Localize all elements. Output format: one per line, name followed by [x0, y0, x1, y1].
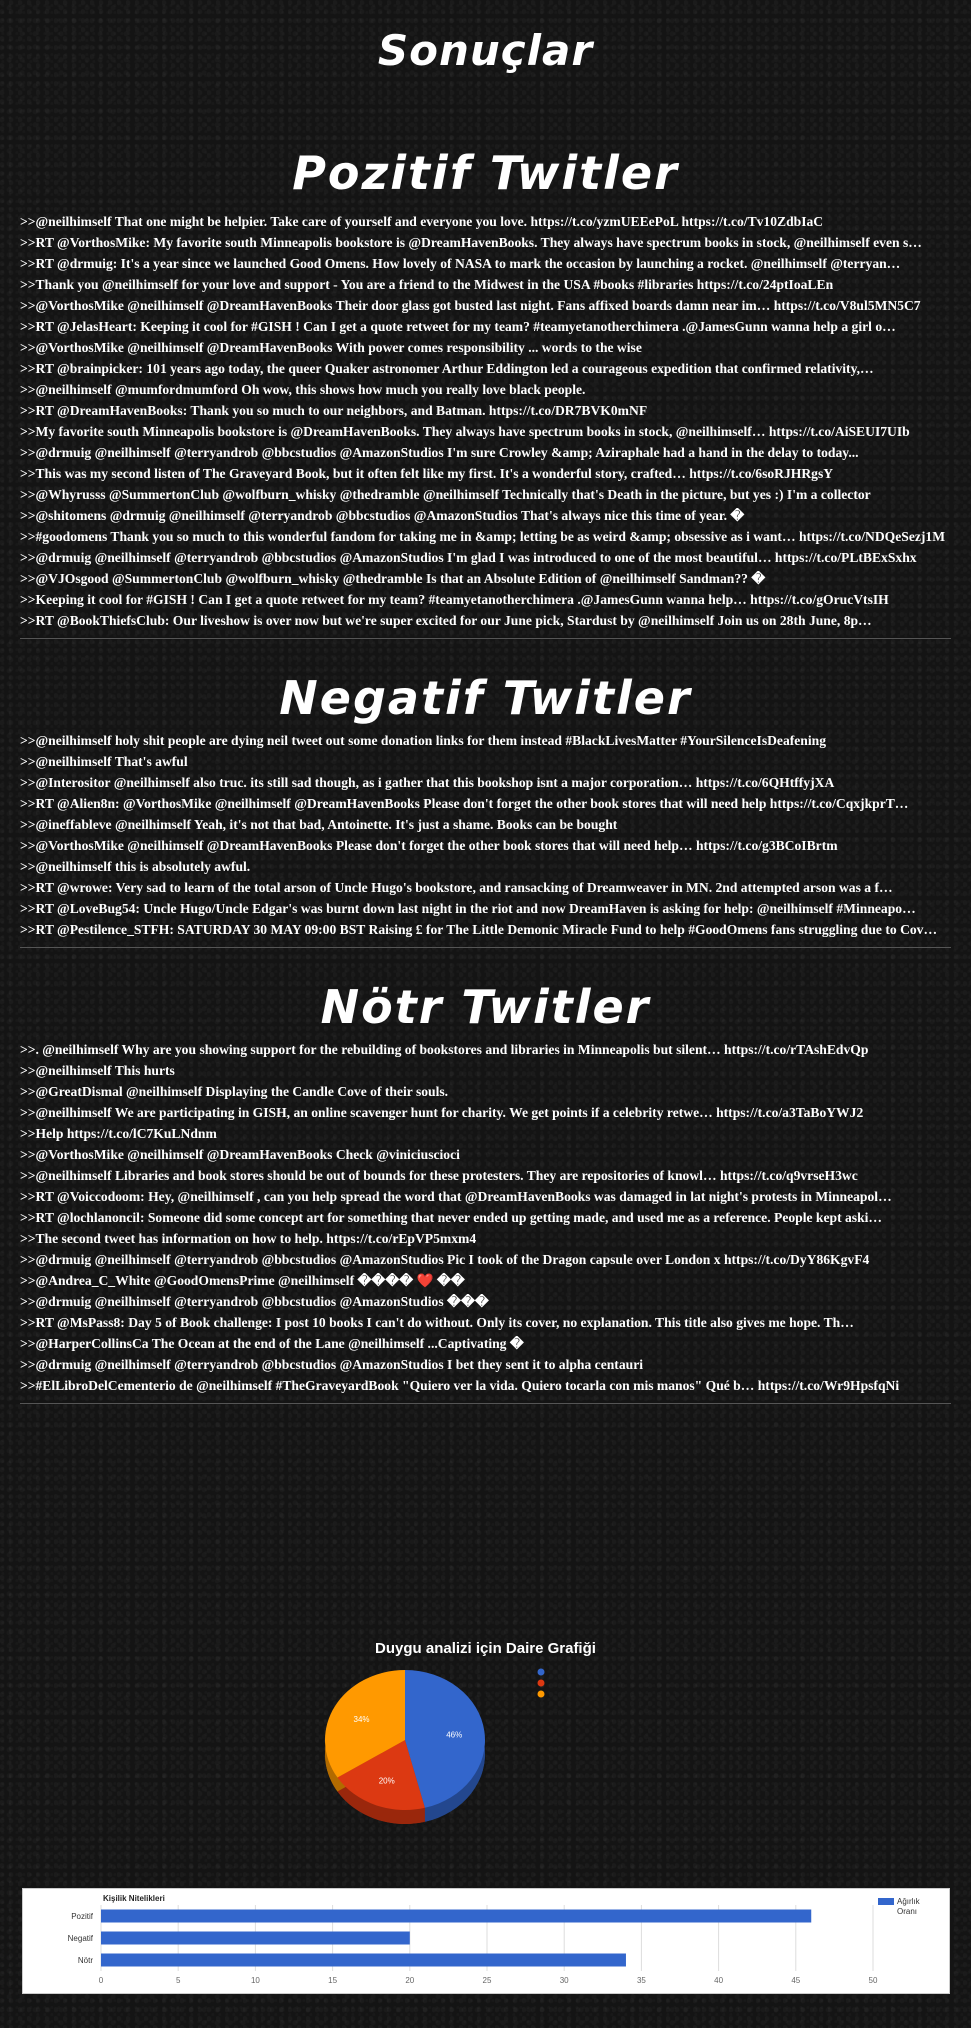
- y-category-label: Nötr: [78, 1956, 93, 1965]
- positive-tweet-list: >>@neilhimself That one might be helpier…: [0, 214, 971, 628]
- tweet-item: >>RT @drmuig: It's a year since we launc…: [20, 256, 901, 271]
- results-page: Sonuçlar Pozitif Twitler >>@neilhimself …: [0, 0, 971, 2028]
- page-title: Sonuçlar: [377, 26, 594, 75]
- tweet-item: >>Thank you @neilhimself for your love a…: [20, 277, 834, 292]
- tweet-item: >>RT @LoveBug54: Uncle Hugo/Uncle Edgar'…: [20, 901, 916, 916]
- tweet-item: >>RT @Voiccodoom: Hey, @neilhimself , ca…: [20, 1189, 892, 1204]
- tweet-item: >>RT @Pestilence_STFH: SATURDAY 30 MAY 0…: [20, 922, 938, 937]
- y-category-label: Negatif: [68, 1934, 94, 1943]
- tweet-item: >>@VorthosMike @neilhimself @DreamHavenB…: [20, 340, 642, 355]
- x-tick-label: 40: [714, 1976, 723, 1985]
- tweet-item: >>RT @VorthosMike: My favorite south Min…: [20, 235, 922, 250]
- neutral-tweet-list: >>. @neilhimself Why are you showing sup…: [0, 1042, 971, 1393]
- tweet-item: >>@GreatDismal @neilhimself Displaying t…: [20, 1084, 449, 1099]
- tweet-item: >>RT @brainpicker: 101 years ago today, …: [20, 361, 874, 376]
- tweet-item: >>This was my second listen of The Grave…: [20, 466, 834, 481]
- legend-swatch: [878, 1898, 894, 1905]
- tweet-item: >>The second tweet has information on ho…: [20, 1231, 477, 1246]
- bar-chart-panel: Kişilik Nitelikleri 0 5 10 15 20 25 30 35 40 45 50 P…: [22, 1888, 950, 1994]
- pie-chart-legend: [537, 1668, 545, 1698]
- pie-slice-label: 34%: [354, 1715, 370, 1724]
- tweet-item: >>@VorthosMike @neilhimself @DreamHavenB…: [20, 298, 921, 313]
- tweet-item: >>@drmuig @neilhimself @terryandrob @bbc…: [20, 550, 917, 565]
- tweet-item: >>@Andrea_C_White @GoodOmensPrime @neilh…: [20, 1273, 465, 1288]
- tweet-item: >>@Interositor @neilhimself also truc. i…: [20, 775, 835, 790]
- tweet-item: >>@neilhimself this is absolutely awful.: [20, 859, 251, 874]
- pie-slice-label: 20%: [379, 1776, 395, 1785]
- x-tick-label: 25: [483, 1976, 492, 1985]
- x-tick-label: 20: [405, 1976, 414, 1985]
- tweet-item: >>@neilhimself That's awful: [20, 754, 188, 769]
- section-divider: [20, 947, 951, 948]
- section-divider: [20, 1403, 951, 1404]
- tweet-item: >>RT @JelasHeart: Keeping it cool for #G…: [20, 319, 896, 334]
- x-tick-label: 35: [637, 1976, 646, 1985]
- pie-slice-label: 46%: [446, 1731, 462, 1740]
- tweet-item: >>RT @MsPass8: Day 5 of Book challenge: …: [20, 1315, 854, 1330]
- tweet-item: >>@neilhimself We are participating in G…: [20, 1105, 864, 1120]
- y-category-label: Pozitif: [71, 1912, 94, 1921]
- tweet-item: >>@drmuig @neilhimself @terryandrob @bbc…: [20, 1294, 489, 1309]
- tweet-item: >>@neilhimself This hurts: [20, 1063, 175, 1078]
- x-tick-label: 15: [328, 1976, 337, 1985]
- negative-section-title: Negatif Twitler: [279, 671, 692, 725]
- bar: [101, 1909, 812, 1923]
- tweet-item: >>@neilhimself That one might be helpier…: [20, 214, 824, 229]
- legend-swatch: [537, 1690, 545, 1698]
- x-tick-label: 30: [560, 1976, 569, 1985]
- tweet-item: >>@ineffableve @neilhimself Yeah, it's n…: [20, 817, 618, 832]
- tweet-item: >>@VorthosMike @neilhimself @DreamHavenB…: [20, 838, 838, 853]
- tweet-item: >>@Whyrusss @SummertonClub @wolfburn_whi…: [20, 487, 871, 502]
- tweet-item: >>@VorthosMike @neilhimself @DreamHavenB…: [20, 1147, 460, 1162]
- tweet-item: >>RT @Alien8n: @VorthosMike @neilhimself…: [20, 796, 909, 811]
- tweet-item: >>RT @BookThiefsClub: Our liveshow is ov…: [20, 613, 872, 628]
- negative-tweet-list: >>@neilhimself holy shit people are dyin…: [0, 733, 971, 937]
- tweet-item: >>@drmuig @neilhimself @terryandrob @bbc…: [20, 1357, 644, 1372]
- tweet-item: >>@HarperCollinsCa The Ocean at the end …: [20, 1336, 524, 1351]
- tweet-item: >>@neilhimself Libraries and book stores…: [20, 1168, 858, 1183]
- tweet-item: >>Keeping it cool for #GISH ! Can I get …: [20, 592, 889, 607]
- bar-chart: Kişilik Nitelikleri 0 5 10 15 20 25 30 35 40 45 50 P…: [68, 1894, 921, 1985]
- legend-swatch: [537, 1679, 545, 1687]
- tweet-item: >>RT @DreamHavenBooks: Thank you so much…: [20, 403, 648, 418]
- section-divider: [20, 638, 951, 639]
- bar: [101, 1953, 626, 1967]
- tweet-item: >>Help https://t.co/lC7KuLNdnm: [20, 1126, 217, 1141]
- tweet-item: >>@drmuig @neilhimself @terryandrob @bbc…: [20, 445, 859, 460]
- tweet-item: >>#goodomens Thank you so much to this w…: [20, 529, 946, 544]
- pie-chart-title: Duygu analizi için Daire Grafiği: [375, 1640, 596, 1657]
- bar: [101, 1931, 410, 1945]
- x-tick-label: 50: [869, 1976, 878, 1985]
- tweet-item: >>@drmuig @neilhimself @terryandrob @bbc…: [20, 1252, 870, 1267]
- neutral-section-title: Nötr Twitler: [320, 980, 651, 1034]
- tweet-item: >>@neilhimself holy shit people are dyin…: [20, 733, 827, 748]
- legend-label: Ağırlık Oranı: [897, 1897, 921, 1916]
- x-tick-label: 5: [176, 1976, 181, 1985]
- tweet-item: >>#ElLibroDelCementerio de @neilhimself …: [20, 1378, 900, 1393]
- tweet-item: >>. @neilhimself Why are you showing sup…: [20, 1042, 869, 1057]
- tweet-item: >>RT @lochlanoncil: Someone did some con…: [20, 1210, 883, 1225]
- x-tick-label: 45: [791, 1976, 800, 1985]
- x-tick-label: 0: [99, 1976, 104, 1985]
- tweet-item: >>@shitomens @drmuig @neilhimself @terry…: [20, 508, 745, 523]
- bar-chart-title: Kişilik Nitelikleri: [103, 1894, 165, 1903]
- tweet-item: >>RT @wrowe: Very sad to learn of the to…: [20, 880, 893, 895]
- positive-section-title: Pozitif Twitler: [292, 146, 679, 200]
- tweet-item: >>@VJOsgood @SummertonClub @wolfburn_whi…: [20, 571, 766, 586]
- legend-swatch: [537, 1668, 545, 1676]
- x-tick-label: 10: [251, 1976, 260, 1985]
- tweet-item: >>@neilhimself @mumfordmumford Oh wow, t…: [20, 382, 586, 397]
- tweet-item: >>My favorite south Minneapolis bookstor…: [20, 424, 910, 439]
